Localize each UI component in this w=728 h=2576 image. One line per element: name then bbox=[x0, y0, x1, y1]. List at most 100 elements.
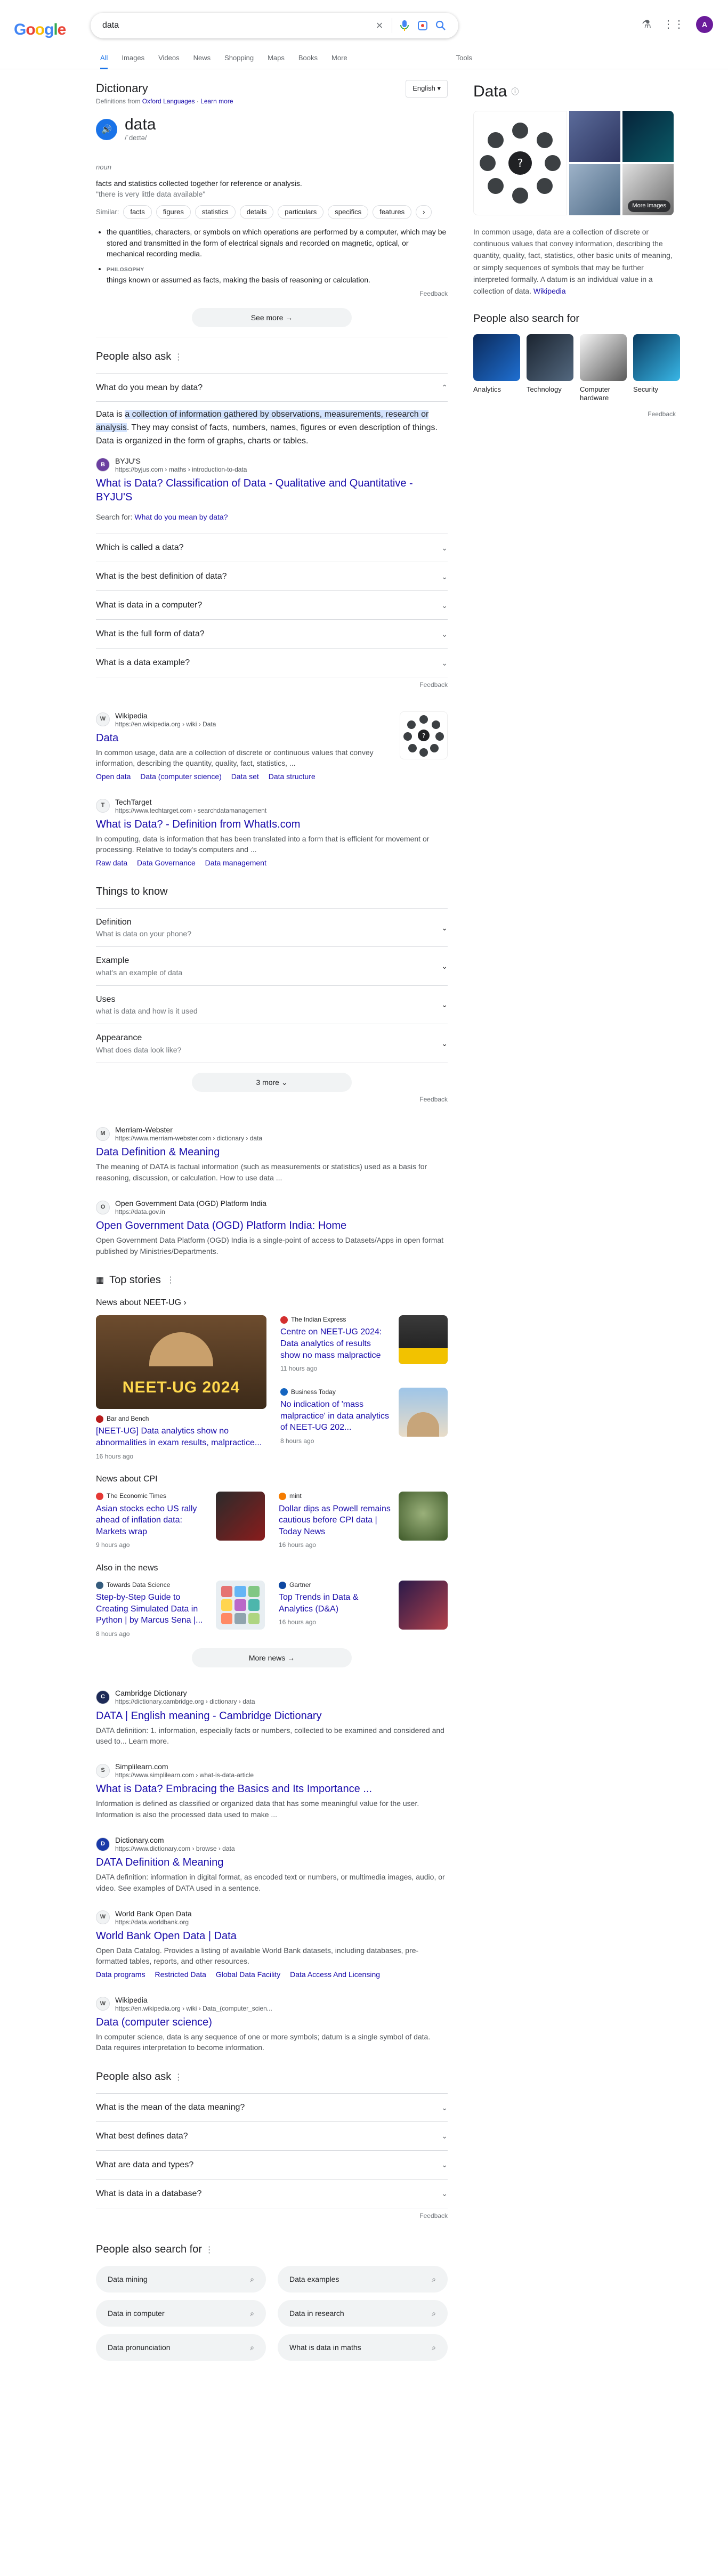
sitelink[interactable]: Data management bbox=[205, 858, 266, 867]
search-input[interactable]: data bbox=[102, 19, 370, 31]
data-diagram-thumbnail[interactable]: ? bbox=[400, 711, 448, 759]
paa-question[interactable]: What is the best definition of data? ⌄ bbox=[96, 562, 448, 592]
feedback-link[interactable]: Feedback bbox=[96, 289, 448, 298]
paa-question[interactable]: Which is called a data? ⌄ bbox=[96, 533, 448, 563]
kp-image-gallery[interactable]: ? More images bbox=[473, 110, 676, 215]
info-icon[interactable]: ⓘ bbox=[511, 86, 519, 97]
result-source[interactable]: S Simplilearn.com https://www.simplilearn… bbox=[96, 1762, 448, 1779]
kp-related-card[interactable]: Technology bbox=[527, 334, 573, 403]
related-search[interactable]: Data mining ⌕ bbox=[96, 2266, 266, 2293]
microphone-icon[interactable] bbox=[395, 17, 414, 35]
feedback-link[interactable]: Feedback bbox=[473, 410, 676, 419]
similar-chip[interactable]: particulars bbox=[278, 205, 324, 220]
sitelink[interactable]: Data Access And Licensing bbox=[290, 1970, 380, 1979]
google-logo[interactable]: Google bbox=[14, 18, 66, 42]
paa-question[interactable]: What is data in a database? ⌄ bbox=[96, 2180, 448, 2208]
apps-grid-icon[interactable]: ⋮⋮ bbox=[663, 17, 684, 33]
tab-maps[interactable]: Maps bbox=[268, 53, 285, 69]
kp-thumb-image[interactable]: More images bbox=[622, 164, 674, 215]
kp-related-card[interactable]: Computer hardware bbox=[580, 334, 627, 403]
sitelink[interactable]: Data (computer science) bbox=[140, 772, 222, 781]
paa-question[interactable]: What is data in a computer? ⌄ bbox=[96, 591, 448, 620]
sitelink[interactable]: Data programs bbox=[96, 1970, 145, 1979]
sitelink[interactable]: Data set bbox=[231, 772, 259, 781]
news-category-cpi[interactable]: News about CPI bbox=[96, 1473, 448, 1485]
result-title[interactable]: DATA Definition & Meaning bbox=[96, 1856, 448, 1869]
tab-videos[interactable]: Videos bbox=[158, 53, 180, 69]
similar-chip[interactable]: details bbox=[239, 205, 274, 220]
ttk-item[interactable]: Example what's an example of data ⌄ bbox=[96, 947, 448, 986]
similar-chip[interactable]: features bbox=[373, 205, 412, 220]
similar-chip[interactable]: statistics bbox=[195, 205, 236, 220]
more-images-button[interactable]: More images bbox=[628, 200, 670, 212]
result-source[interactable]: W World Bank Open Data https://data.world… bbox=[96, 1909, 448, 1926]
kp-thumb-image[interactable] bbox=[622, 110, 674, 162]
feedback-link[interactable]: Feedback bbox=[96, 681, 448, 690]
result-title[interactable]: Open Government Data (OGD) Platform Indi… bbox=[96, 1219, 448, 1233]
result-title[interactable]: DATA | English meaning - Cambridge Dicti… bbox=[96, 1709, 448, 1723]
related-search[interactable]: Data in computer ⌕ bbox=[96, 2300, 266, 2327]
result-title[interactable]: World Bank Open Data | Data bbox=[96, 1929, 448, 1943]
sitelink[interactable]: Restricted Data bbox=[155, 1970, 206, 1979]
news-story[interactable]: Towards Data Science Step-by-Step Guide … bbox=[96, 1580, 265, 1639]
feedback-link[interactable]: Feedback bbox=[96, 1095, 448, 1104]
result-title[interactable]: Data Definition & Meaning bbox=[96, 1145, 448, 1159]
similar-chip[interactable]: figures bbox=[156, 205, 191, 220]
news-story-featured[interactable]: NEET-UG 2024 Bar and Bench [NEET-UG] Dat… bbox=[96, 1315, 266, 1461]
news-story[interactable]: The Economic Times Asian stocks echo US … bbox=[96, 1492, 265, 1550]
paa-question[interactable]: What are data and types? ⌄ bbox=[96, 2151, 448, 2180]
paa-question-open[interactable]: What do you mean by data? ⌃ bbox=[96, 373, 448, 402]
search-icon[interactable] bbox=[432, 17, 450, 35]
news-category-neet[interactable]: News about NEET-UG › bbox=[96, 1297, 448, 1309]
result-source[interactable]: W Wikipedia https://en.wikipedia.org › wi… bbox=[96, 1996, 448, 2012]
related-search[interactable]: What is data in maths ⌕ bbox=[278, 2334, 448, 2361]
tools-button[interactable]: Tools bbox=[456, 53, 472, 63]
more-options-icon[interactable]: ⋮ bbox=[166, 1274, 175, 1286]
more-options-icon[interactable]: ⋮ bbox=[205, 2246, 214, 2255]
feedback-link[interactable]: Feedback bbox=[96, 2212, 448, 2221]
result-source[interactable]: M Merriam-Webster https://www.merriam-web… bbox=[96, 1125, 448, 1142]
paa-result-title[interactable]: What is Data? Classification of Data - Q… bbox=[96, 476, 448, 504]
ttk-item[interactable]: Appearance What does data look like? ⌄ bbox=[96, 1024, 448, 1063]
paa-source[interactable]: B BYJU'S https://byjus.com › maths › int… bbox=[96, 457, 448, 473]
labs-icon[interactable]: ⚗ bbox=[642, 17, 651, 33]
similar-chip[interactable]: specifics bbox=[328, 205, 369, 220]
sitelink[interactable]: Open data bbox=[96, 772, 131, 781]
kp-related-card[interactable]: Analytics bbox=[473, 334, 520, 403]
see-more-button[interactable]: See more → bbox=[192, 308, 352, 328]
kp-related-card[interactable]: Security bbox=[633, 334, 680, 403]
learn-more-link[interactable]: Learn more bbox=[200, 98, 233, 105]
tab-books[interactable]: Books bbox=[298, 53, 318, 69]
sitelink[interactable]: Data Governance bbox=[137, 858, 196, 867]
kp-main-image[interactable]: ? bbox=[473, 110, 567, 215]
result-source[interactable]: W Wikipedia https://en.wikipedia.org › wi… bbox=[96, 711, 448, 728]
paa-question[interactable]: What is a data example? ⌄ bbox=[96, 649, 448, 678]
kp-thumb-image[interactable] bbox=[569, 110, 620, 162]
tab-more[interactable]: More bbox=[331, 53, 347, 69]
result-source[interactable]: D Dictionary.com https://www.dictionary.c… bbox=[96, 1836, 448, 1852]
sitelink[interactable]: Data structure bbox=[269, 772, 316, 781]
news-story[interactable]: mint Dollar dips as Powell remains cauti… bbox=[279, 1492, 448, 1550]
kp-thumb-image[interactable] bbox=[569, 164, 620, 215]
news-story[interactable]: The Indian Express Centre on NEET-UG 202… bbox=[280, 1315, 448, 1374]
search-for-link[interactable]: What do you mean by data? bbox=[134, 513, 228, 521]
more-news-button[interactable]: More news → bbox=[192, 1648, 352, 1668]
lens-icon[interactable] bbox=[414, 17, 432, 35]
result-title[interactable]: What is Data? Embracing the Basics and I… bbox=[96, 1782, 448, 1796]
avatar[interactable]: A bbox=[696, 16, 713, 33]
related-search[interactable]: Data in research ⌕ bbox=[278, 2300, 448, 2327]
clear-icon[interactable]: × bbox=[370, 17, 389, 35]
paa-question[interactable]: What best defines data? ⌄ bbox=[96, 2122, 448, 2151]
more-options-icon[interactable]: ⋮ bbox=[174, 353, 183, 362]
similar-chip[interactable]: facts bbox=[123, 205, 152, 220]
language-select[interactable]: English ▾ bbox=[406, 80, 448, 98]
result-title[interactable]: Data (computer science) bbox=[96, 2015, 448, 2029]
more-options-icon[interactable]: ⋮ bbox=[174, 2073, 183, 2082]
ttk-item[interactable]: Uses what is data and how is it used ⌄ bbox=[96, 986, 448, 1025]
ttk-item[interactable]: Definition What is data on your phone? ⌄ bbox=[96, 908, 448, 947]
result-title[interactable]: What is Data? - Definition from WhatIs.c… bbox=[96, 817, 448, 831]
news-story[interactable]: Business Today No indication of 'mass ma… bbox=[280, 1387, 448, 1446]
related-search[interactable]: Data examples ⌕ bbox=[278, 2266, 448, 2293]
tab-news[interactable]: News bbox=[193, 53, 211, 69]
search-box[interactable]: data × bbox=[91, 13, 458, 38]
